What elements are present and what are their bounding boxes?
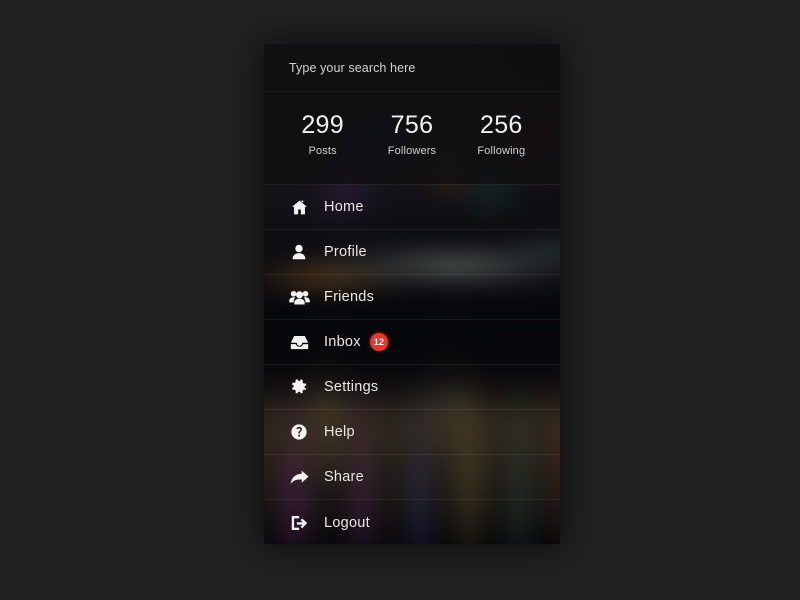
search-bar[interactable] — [264, 44, 560, 92]
menu-item-profile-label: Profile — [324, 244, 367, 260]
menu-item-help[interactable]: Help — [264, 410, 560, 455]
menu-item-home[interactable]: Home — [264, 185, 560, 230]
menu-item-logout[interactable]: Logout — [264, 500, 560, 544]
inbox-icon — [288, 333, 310, 351]
stat-following-value: 256 — [480, 111, 523, 139]
stat-posts[interactable]: 299 Posts — [278, 111, 367, 158]
menu-item-share[interactable]: Share — [264, 455, 560, 500]
profile-stats-bar: 299 Posts 756 Followers 256 Following — [264, 92, 560, 184]
stat-followers-value: 756 — [390, 111, 434, 139]
menu-item-logout-label: Logout — [324, 514, 370, 531]
stat-following[interactable]: 256 Following — [457, 111, 546, 158]
stat-followers-label: Followers — [387, 145, 437, 157]
menu-item-friends-label: Friends — [324, 289, 375, 305]
navigation-drawer-panel: 299 Posts 756 Followers 256 Following Ho… — [264, 44, 560, 544]
menu-item-help-label: Help — [324, 424, 355, 440]
help-circle-icon — [288, 423, 310, 441]
menu-item-settings-label: Settings — [324, 379, 379, 395]
stat-posts-label: Posts — [308, 145, 337, 157]
menu-item-inbox-label: Inbox — [324, 334, 361, 350]
panel-content: 299 Posts 756 Followers 256 Following Ho… — [264, 44, 560, 544]
navigation-menu-list: Home Profile Friends Inbox 12 Settings H… — [264, 184, 560, 544]
menu-item-settings[interactable]: Settings — [264, 365, 560, 410]
menu-item-share-label: Share — [324, 469, 364, 485]
user-icon — [288, 243, 310, 261]
gear-icon — [288, 378, 310, 396]
menu-item-profile[interactable]: Profile — [264, 230, 560, 275]
logout-icon — [288, 514, 310, 532]
share-arrow-icon — [288, 468, 310, 486]
stat-following-label: Following — [477, 145, 526, 157]
stat-followers[interactable]: 756 Followers — [367, 111, 456, 158]
menu-item-inbox[interactable]: Inbox 12 — [264, 320, 560, 365]
friends-icon — [288, 288, 310, 306]
search-input[interactable] — [289, 60, 528, 75]
menu-item-home-label: Home — [324, 199, 364, 215]
inbox-unread-badge: 12 — [369, 333, 389, 351]
home-icon — [288, 198, 310, 216]
menu-item-friends[interactable]: Friends — [264, 275, 560, 320]
stat-posts-value: 299 — [301, 111, 344, 139]
